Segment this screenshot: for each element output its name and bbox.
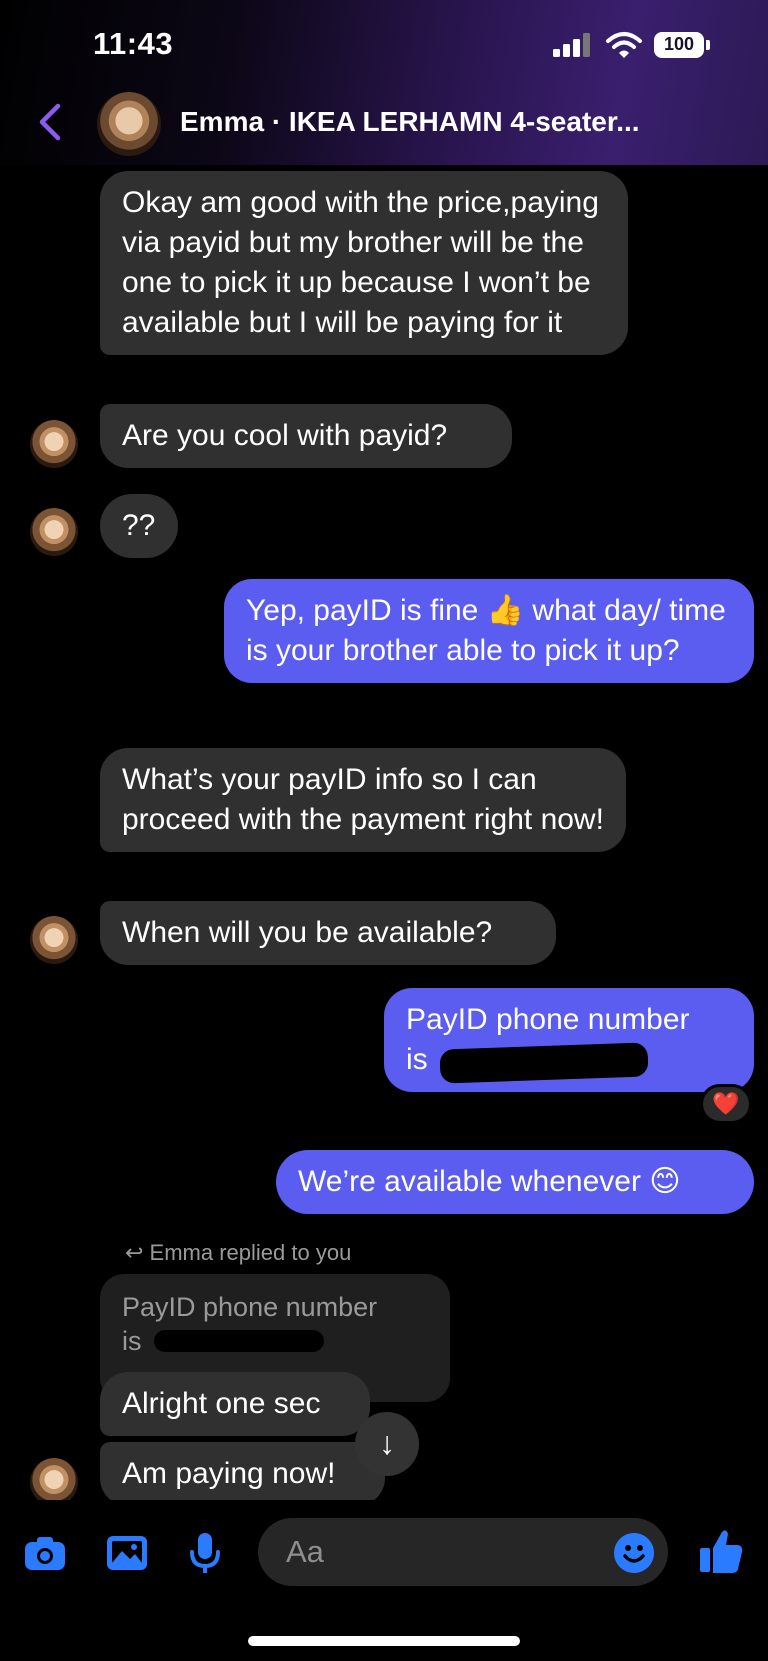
sender-avatar[interactable] [30, 1458, 78, 1506]
incoming-message[interactable]: Okay am good with the price,paying via p… [100, 171, 628, 355]
battery-indicator: 100 [654, 32, 704, 58]
redacted-phone-number [154, 1330, 324, 1352]
photo-gallery-icon[interactable] [104, 1530, 150, 1576]
arrow-down-icon: ↓ [379, 1425, 395, 1461]
incoming-message[interactable]: When will you be available? [100, 901, 556, 965]
incoming-message[interactable]: What’s your payID info so I can proceed … [100, 748, 626, 852]
heart-reaction-badge[interactable]: ❤️ [700, 1084, 752, 1124]
incoming-message[interactable]: Am paying now! [100, 1442, 385, 1506]
message-text: PayID phone number [406, 1003, 690, 1036]
thumbs-up-icon[interactable] [698, 1526, 744, 1576]
sender-avatar[interactable] [30, 916, 78, 964]
message-text: Yep, payID is fine [246, 594, 479, 627]
incoming-message[interactable]: Alright one sec [100, 1372, 370, 1436]
cellular-signal-icon [553, 33, 593, 57]
sender-avatar[interactable] [30, 420, 78, 468]
back-chevron-icon[interactable] [36, 100, 64, 144]
redacted-phone-number [439, 1042, 649, 1084]
outgoing-message[interactable]: Yep, payID is fine 👍 what day/ time is y… [224, 579, 754, 683]
wifi-icon [606, 32, 642, 58]
contact-avatar[interactable] [97, 92, 161, 156]
battery-tip [706, 40, 710, 50]
reply-note: ↩ Emma replied to you [125, 1240, 352, 1265]
message-input-placeholder: Aa [286, 1534, 324, 1569]
camera-icon[interactable] [22, 1530, 68, 1576]
incoming-message[interactable]: ?? [100, 494, 178, 558]
quoted-text: PayID phone number [122, 1292, 378, 1322]
emoji-icon[interactable] [614, 1533, 654, 1573]
scroll-down-button[interactable]: ↓ [355, 1412, 419, 1476]
outgoing-message[interactable]: We’re available whenever 😊 [276, 1150, 754, 1214]
microphone-icon[interactable] [182, 1530, 228, 1576]
status-time: 11:43 [93, 26, 174, 61]
home-indicator [248, 1636, 520, 1646]
incoming-message[interactable]: Are you cool with payid? [100, 404, 512, 468]
sender-avatar[interactable] [30, 508, 78, 556]
conversation-title[interactable]: Emma · IKEA LERHAMN 4-seater... [180, 106, 640, 138]
thumbs-up-emoji-icon: 👍 [486, 594, 525, 627]
